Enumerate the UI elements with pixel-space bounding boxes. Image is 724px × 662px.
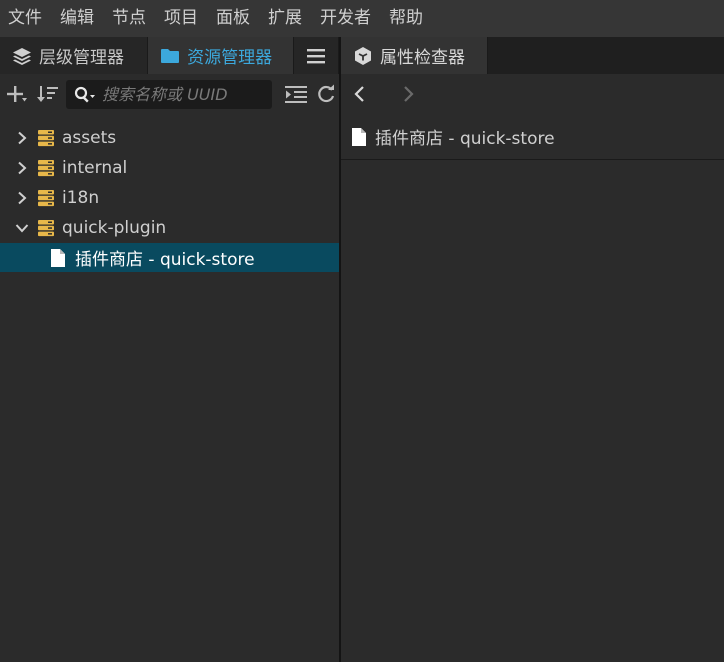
menu-file[interactable]: 文件 [0, 0, 51, 37]
folder-icon [160, 48, 180, 64]
tab-inspector[interactable]: 属性检查器 [341, 37, 488, 74]
database-folder-icon [37, 189, 55, 207]
sort-icon[interactable] [36, 84, 60, 104]
refresh-icon[interactable] [316, 84, 336, 104]
inspector-asset-name: 插件商店 - quick-store [375, 129, 555, 149]
menu-developer[interactable]: 开发者 [311, 0, 380, 37]
tree-item-assets[interactable]: assets [0, 123, 339, 152]
tree-item-i18n[interactable]: i18n [0, 183, 339, 212]
menu-project[interactable]: 项目 [155, 0, 207, 37]
file-icon [50, 248, 66, 268]
tree-item-label: 插件商店 - quick-store [75, 250, 255, 270]
inspector-nav [341, 74, 724, 114]
search-input[interactable] [102, 85, 267, 104]
menu-extension[interactable]: 扩展 [259, 0, 311, 37]
inspector-selected-asset: 插件商店 - quick-store [341, 114, 724, 160]
chevron-down-icon[interactable] [15, 222, 29, 234]
tree-item-label: i18n [62, 187, 100, 208]
left-tabbar: 层级管理器 资源管理器 [0, 37, 339, 74]
asset-search-box[interactable] [66, 80, 272, 109]
tab-assets-label: 资源管理器 [187, 48, 273, 68]
add-plus-icon[interactable] [6, 84, 28, 104]
assets-toolbar [0, 74, 339, 114]
menu-help[interactable]: 帮助 [380, 0, 432, 37]
menu-bar: 文件 编辑 节点 项目 面板 扩展 开发者 帮助 [0, 0, 724, 37]
tree-item-label: assets [62, 127, 117, 148]
collapse-all-icon[interactable] [284, 85, 308, 103]
database-folder-icon [37, 219, 55, 237]
layers-icon [12, 47, 32, 65]
chevron-right-icon[interactable] [16, 191, 28, 205]
hamburger-menu-icon [306, 48, 326, 64]
tree-item-quick-store[interactable]: 插件商店 - quick-store [0, 243, 339, 272]
right-tabbar: 属性检查器 [341, 37, 724, 74]
tree-item-label: internal [62, 157, 128, 178]
tree-item-label: quick-plugin [62, 217, 167, 238]
tab-hierarchy[interactable]: 层级管理器 [0, 37, 149, 74]
tree-item-quick-plugin[interactable]: quick-plugin [0, 213, 339, 242]
chevron-right-icon[interactable] [16, 131, 28, 145]
assets-panel: 层级管理器 资源管理器 搜索名称或 UUID assets internal i… [0, 37, 339, 662]
tree-item-internal[interactable]: internal [0, 153, 339, 182]
panel-menu-button[interactable] [294, 37, 339, 74]
database-folder-icon [37, 159, 55, 177]
database-folder-icon [37, 129, 55, 147]
tab-assets[interactable]: 资源管理器 [148, 37, 295, 74]
inspector-panel: 属性检查器 插件商店 - quick-store [341, 37, 724, 662]
inspector-cube-icon [353, 46, 373, 66]
file-icon [351, 127, 367, 147]
tab-inspector-label: 属性检查器 [380, 48, 465, 68]
forward-arrow-icon[interactable] [401, 84, 415, 104]
tab-hierarchy-label: 层级管理器 [39, 48, 124, 68]
search-icon [74, 86, 96, 104]
back-arrow-icon[interactable] [353, 84, 367, 104]
menu-node[interactable]: 节点 [103, 0, 155, 37]
menu-edit[interactable]: 编辑 [51, 0, 103, 37]
menu-panel[interactable]: 面板 [207, 0, 259, 37]
chevron-right-icon[interactable] [16, 161, 28, 175]
